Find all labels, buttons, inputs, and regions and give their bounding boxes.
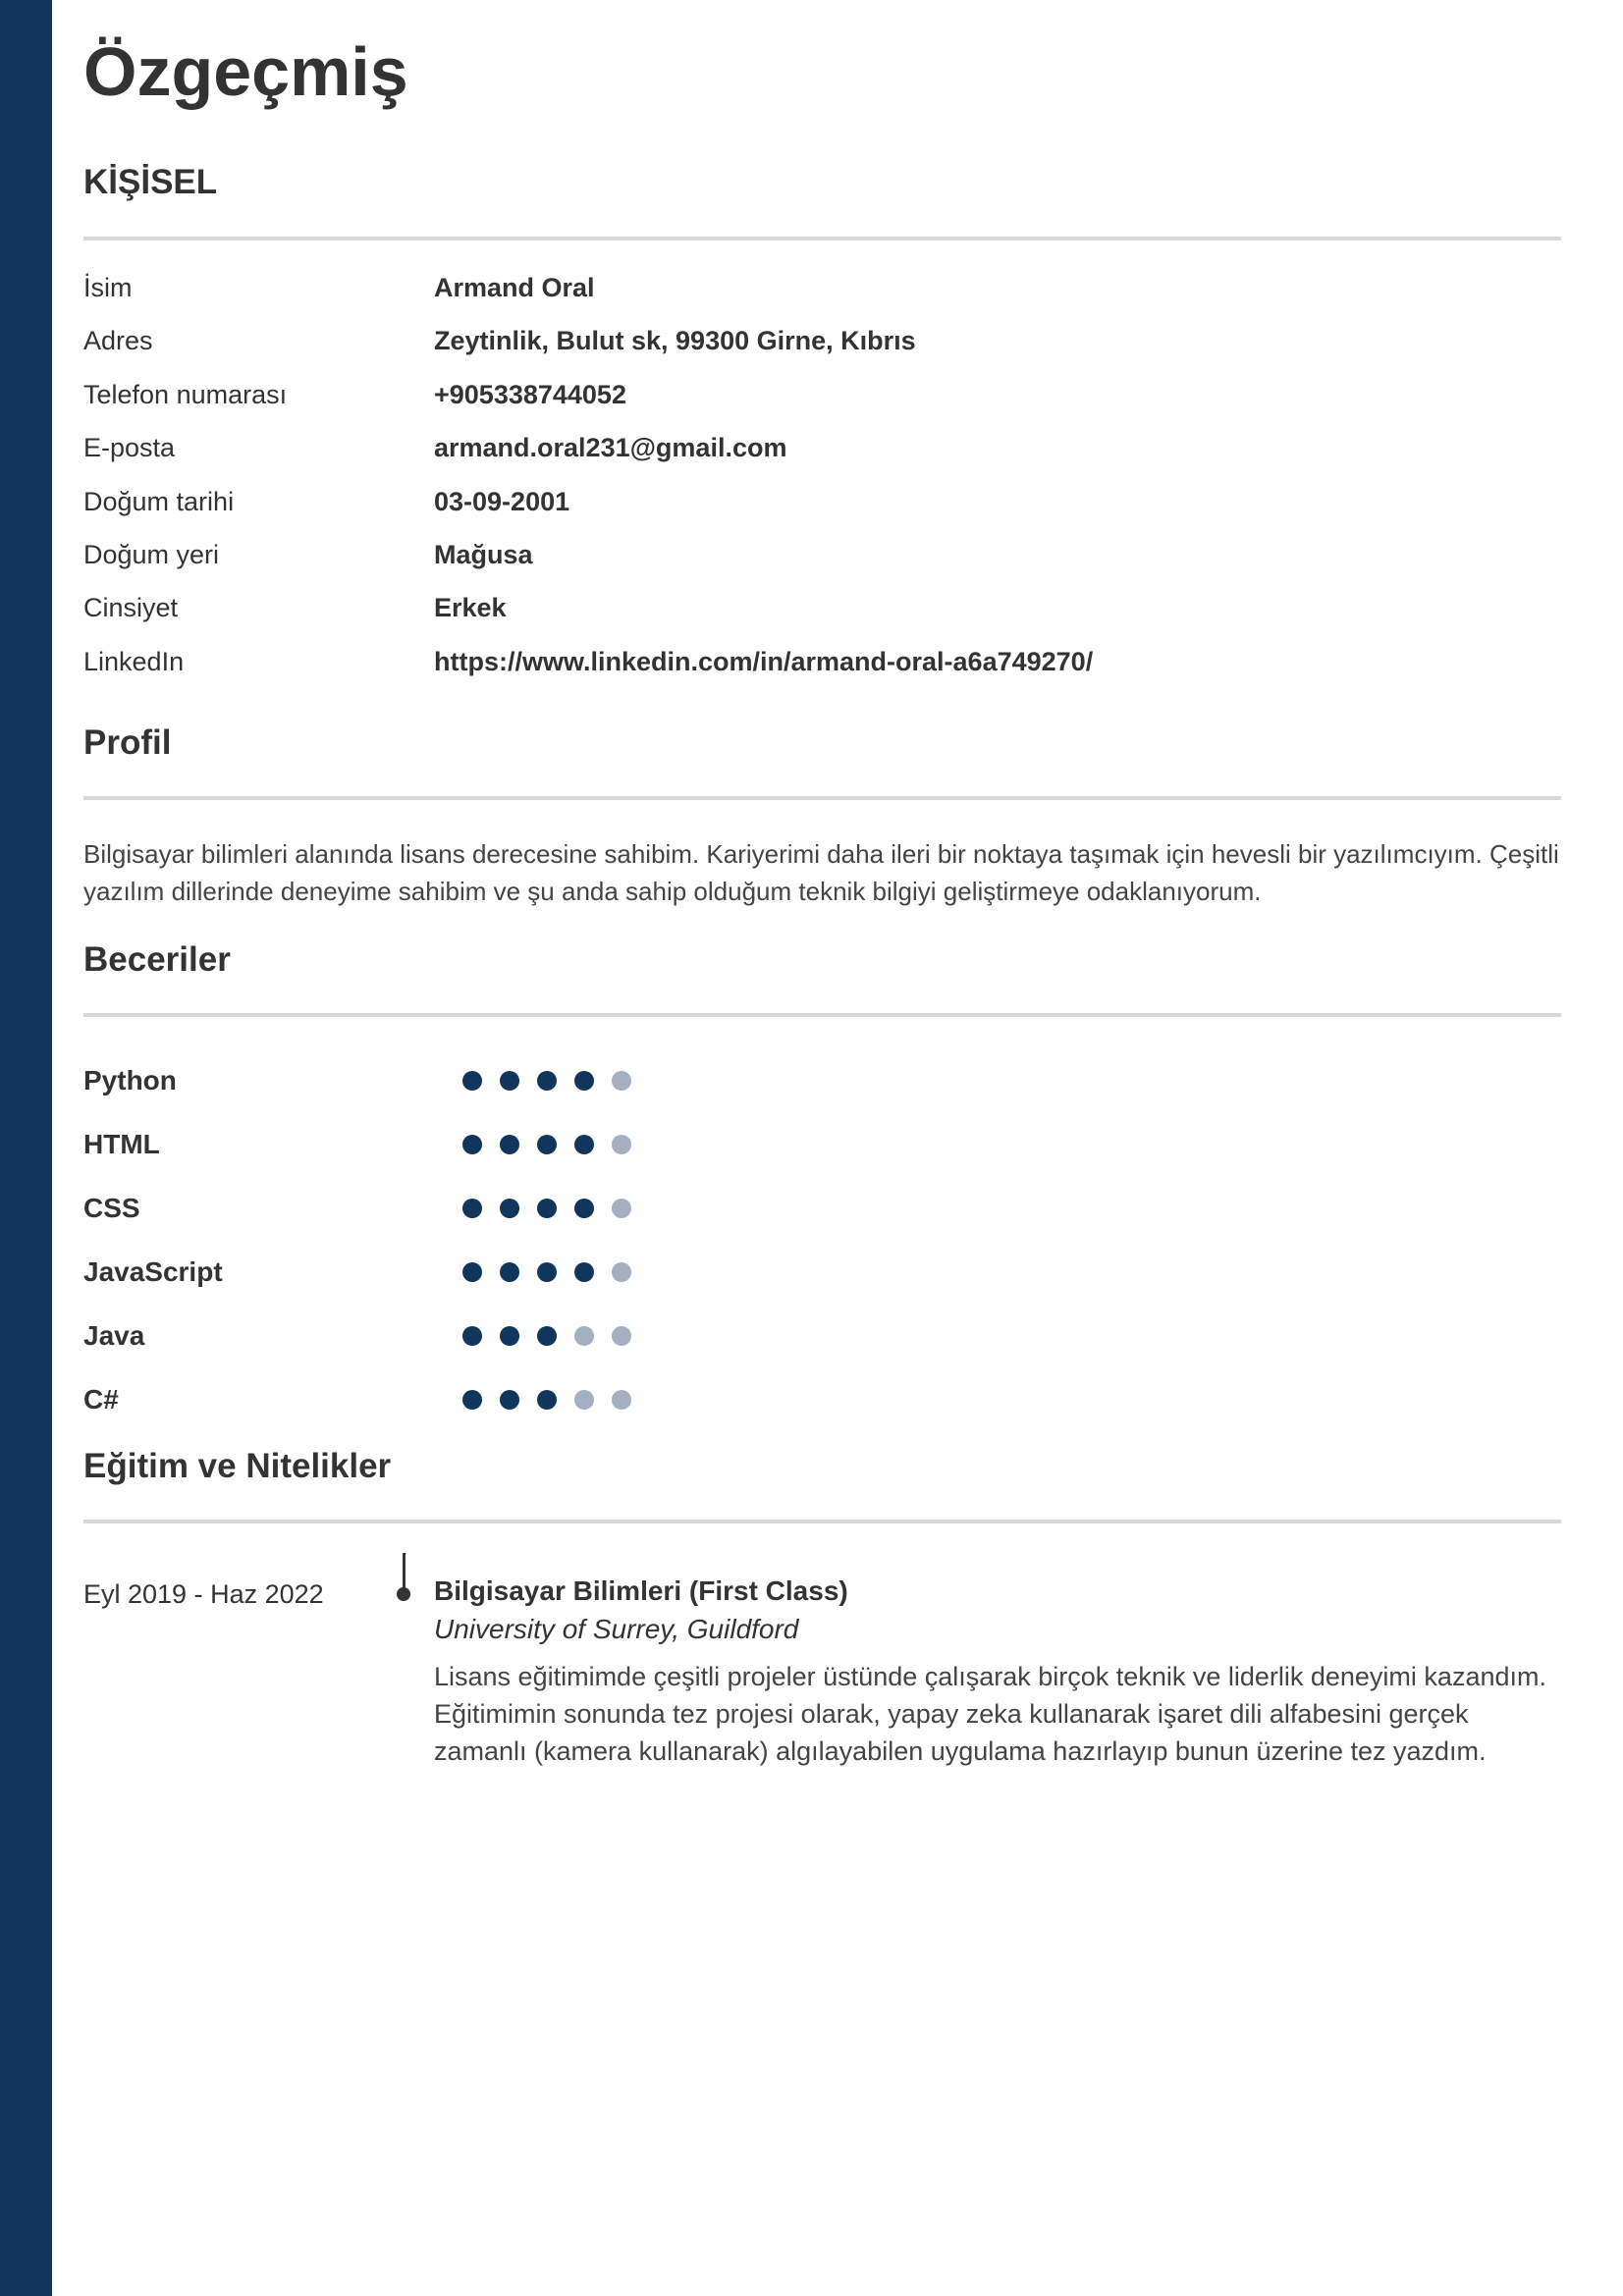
rating-dot-filled-icon: [574, 1071, 594, 1091]
rating-dot-filled-icon: [574, 1262, 594, 1282]
skill-row: Python: [83, 1061, 869, 1100]
profile-divider: [83, 796, 1561, 800]
rating-dot-filled-icon: [500, 1071, 519, 1091]
rating-dot-empty-icon: [612, 1390, 631, 1410]
birthplace-value: Mağusa: [434, 540, 533, 569]
rating-dot-filled-icon: [462, 1390, 482, 1410]
skill-row: JavaScript: [83, 1253, 869, 1292]
rating-dot-filled-icon: [500, 1390, 519, 1410]
rating-dot-filled-icon: [537, 1199, 557, 1218]
skill-row: C#: [83, 1380, 869, 1419]
skill-row: Java: [83, 1316, 869, 1356]
rating-dot-empty-icon: [612, 1071, 631, 1091]
rating-dot-filled-icon: [462, 1262, 482, 1282]
rating-dot-empty-icon: [574, 1390, 594, 1410]
skill-name: Python: [83, 1065, 177, 1095]
skills-divider: [83, 1013, 1561, 1017]
rating-dot-filled-icon: [462, 1199, 482, 1218]
education-dates: Eyl 2019 - Haz 2022: [83, 1579, 324, 1609]
birthdate-label: Doğum tarihi: [83, 487, 235, 516]
rating-dot-filled-icon: [500, 1135, 519, 1154]
gender-label: Cinsiyet: [83, 593, 179, 622]
rating-dot-filled-icon: [537, 1326, 557, 1346]
personal-row-name: İsim Armand Oral: [83, 270, 1561, 305]
personal-row-linkedin: LinkedIn https://www.linkedin.com/in/arm…: [83, 644, 1561, 679]
personal-row-phone: Telefon numarası +905338744052: [83, 377, 1561, 412]
rating-dot-filled-icon: [462, 1326, 482, 1346]
personal-row-birthdate: Doğum tarihi 03-09-2001: [83, 484, 1561, 519]
rating-dot-filled-icon: [462, 1135, 482, 1154]
skills-heading: Beceriler: [83, 940, 231, 979]
education-divider: [83, 1520, 1561, 1523]
skill-name: JavaScript: [83, 1256, 223, 1287]
sidebar-accent-bar: [0, 0, 52, 2296]
personal-row-address: Adres Zeytinlik, Bulut sk, 99300 Girne, …: [83, 323, 1561, 358]
phone-value: +905338744052: [434, 380, 626, 409]
personal-heading: KİŞİSEL: [83, 163, 218, 201]
timeline-dot-icon: [397, 1587, 410, 1601]
rating-dot-empty-icon: [612, 1262, 631, 1282]
rating-dot-filled-icon: [462, 1071, 482, 1091]
profile-text: Bilgisayar bilimleri alanında lisans der…: [83, 839, 1559, 906]
education-degree: Bilgisayar Bilimleri (First Class): [434, 1575, 848, 1606]
rating-dot-empty-icon: [612, 1326, 631, 1346]
skill-name: C#: [83, 1384, 119, 1415]
name-value: Armand Oral: [434, 273, 595, 302]
personal-row-gender: Cinsiyet Erkek: [83, 590, 1561, 625]
rating-dot-filled-icon: [537, 1262, 557, 1282]
education-heading: Eğitim ve Nitelikler: [83, 1447, 392, 1485]
rating-dot-filled-icon: [574, 1199, 594, 1218]
email-value: armand.oral231@gmail.com: [434, 433, 787, 462]
education-school: University of Surrey, Guildford: [434, 1614, 799, 1644]
rating-dot-empty-icon: [612, 1135, 631, 1154]
rating-dot-filled-icon: [574, 1135, 594, 1154]
skill-name: HTML: [83, 1129, 160, 1159]
email-label: E-posta: [83, 433, 176, 462]
education-description: Lisans eğitimimde çeşitli projeler üstün…: [434, 1662, 1546, 1766]
rating-dot-filled-icon: [500, 1262, 519, 1282]
skill-name: Java: [83, 1320, 145, 1351]
phone-label: Telefon numarası: [83, 380, 288, 409]
skill-row: HTML: [83, 1125, 869, 1164]
skill-name: CSS: [83, 1193, 140, 1223]
gender-value: Erkek: [434, 593, 507, 622]
name-label: İsim: [83, 273, 133, 302]
rating-dot-filled-icon: [500, 1326, 519, 1346]
rating-dot-filled-icon: [537, 1071, 557, 1091]
profile-heading: Profil: [83, 723, 172, 762]
rating-dot-filled-icon: [537, 1135, 557, 1154]
skill-row: CSS: [83, 1189, 869, 1228]
address-value: Zeytinlik, Bulut sk, 99300 Girne, Kıbrıs: [434, 326, 916, 355]
rating-dot-filled-icon: [500, 1199, 519, 1218]
linkedin-label: LinkedIn: [83, 647, 185, 676]
rating-dot-empty-icon: [574, 1326, 594, 1346]
birthplace-label: Doğum yeri: [83, 540, 220, 569]
personal-row-email: E-posta armand.oral231@gmail.com: [83, 430, 1561, 465]
birthdate-value: 03-09-2001: [434, 487, 570, 516]
personal-row-birthplace: Doğum yeri Mağusa: [83, 537, 1561, 572]
personal-divider: [83, 237, 1561, 240]
linkedin-link[interactable]: https://www.linkedin.com/in/armand-oral-…: [434, 644, 1093, 679]
page-title: Özgeçmiş: [83, 33, 408, 110]
rating-dot-empty-icon: [612, 1199, 631, 1218]
rating-dot-filled-icon: [537, 1390, 557, 1410]
address-label: Adres: [83, 326, 153, 355]
